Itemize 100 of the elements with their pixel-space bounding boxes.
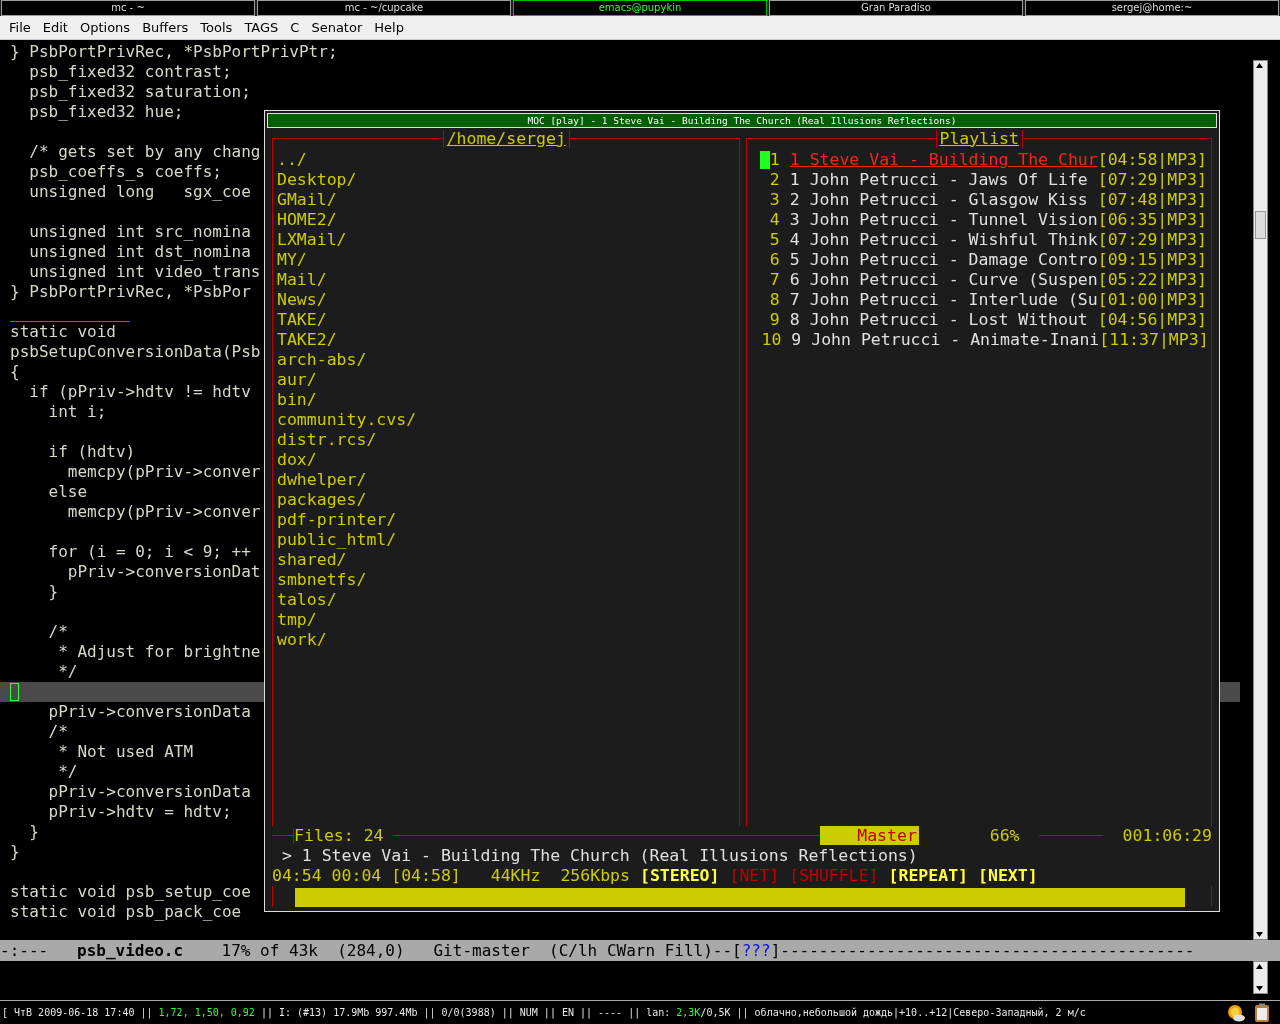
clipboard-icon[interactable] <box>1254 1002 1270 1023</box>
weather-icon <box>1226 1002 1246 1023</box>
taskbar-button[interactable]: sergej@home:~ <box>1025 0 1279 16</box>
folder-name[interactable]: pdf-printer/ <box>277 509 397 529</box>
code-line: if (pPriv->hdtv != hdtv <box>28 381 251 402</box>
panel-title: /home/sergej <box>442 129 570 148</box>
folder-name[interactable]: bin/ <box>277 389 317 409</box>
flag-label: [NET] <box>729 865 780 886</box>
scroll-down-icon[interactable] <box>1254 984 1265 994</box>
track-title[interactable]: 4 John Petrucci - Wishful Think <box>789 229 1098 250</box>
menu-item[interactable]: Tools <box>194 19 239 35</box>
taskbar-button[interactable]: emacs@pupykin <box>513 0 767 16</box>
track-time: [05:22|MP3] <box>1097 269 1207 290</box>
code-line: psbSetupConversionData(Psb <box>10 341 261 362</box>
folder-name[interactable]: Desktop/ <box>277 169 357 189</box>
sample-rate: 44KHz <box>490 865 541 886</box>
folder-name[interactable]: MY/ <box>277 249 307 269</box>
flag-label: [SHUFFLE] <box>789 865 879 886</box>
track-title[interactable]: 5 John Petrucci - Damage Contro <box>789 249 1098 270</box>
track-title[interactable]: 2 John Petrucci - Glasgow Kiss <box>789 189 1098 210</box>
cursor-block <box>759 150 770 169</box>
code-line: unsigned int src_nomina <box>28 221 251 242</box>
code-line: pPriv->hdtv = hdtv; <box>47 801 232 822</box>
buffer-state: -:--- <box>0 940 50 962</box>
volume-reading: 66% <box>988 825 1021 846</box>
menu-item[interactable]: Senator <box>305 19 369 35</box>
folder-name[interactable]: tmp/ <box>277 609 317 629</box>
menu-item[interactable]: Edit <box>36 19 74 35</box>
track-title[interactable]: 1 John Petrucci - Jaws Of Life <box>789 169 1098 190</box>
folder-name[interactable]: distr.rcs/ <box>277 429 377 449</box>
code-line: int i; <box>47 401 107 422</box>
mode-line-tail: ]------------------------------------------- <box>770 940 1195 962</box>
now-playing: > 1 Steve Vai - Building The Church (Real Illusions Reflections) <box>280 845 918 866</box>
scroll-up-icon[interactable] <box>1254 60 1265 70</box>
menu-item[interactable]: Buffers <box>136 19 195 35</box>
folder-name[interactable]: community.cvs/ <box>277 409 417 429</box>
folder-name[interactable]: arch-abs/ <box>277 349 367 369</box>
menu-item[interactable]: Help <box>368 19 410 35</box>
scrollbar[interactable] <box>1253 961 1268 995</box>
folder-name[interactable]: GMail/ <box>277 189 337 209</box>
scrollbar[interactable] <box>1253 59 1268 941</box>
track-title[interactable]: 8 John Petrucci - Lost Without <box>789 309 1098 330</box>
folder-name[interactable]: News/ <box>277 289 327 309</box>
track-time: [11:37|MP3] <box>1099 329 1209 350</box>
folder-name[interactable]: public_html/ <box>277 529 397 549</box>
track-time: [07:29|MP3] <box>1097 169 1207 190</box>
status-text: [ ЧтВ 2009-06-18 17:40 || 1,72, 1,50, 0,92 || I: (#13) 17.9Mb 997.4Mb || 0/0(3988) || NUM || EN || ---- || lan: 2,3K/0,5K || облачно,небольшой дождь|+10..+12|Северо-Западный, 2 м/с <box>2 1007 1087 1018</box>
folder-name[interactable]: LXMail/ <box>277 229 347 249</box>
flag-label: [NEXT] <box>978 865 1038 886</box>
folder-name[interactable]: smbnetfs/ <box>277 569 367 589</box>
code-line: psb_coeffs_s coeffs; <box>28 161 222 182</box>
menu-item[interactable]: File <box>3 19 37 35</box>
folder-name[interactable]: packages/ <box>277 489 367 509</box>
scroll-thumb[interactable] <box>1255 210 1266 239</box>
track-title[interactable]: 1 Steve Vai - Building The Chur <box>789 149 1098 170</box>
taskbar-button[interactable]: mc - ~/cupcake <box>257 0 511 16</box>
track-number: 4 <box>769 209 780 230</box>
code-line: unsigned int video_trans <box>28 261 261 282</box>
taskbar-button[interactable]: mc - ~ <box>1 0 255 16</box>
code-line: pPriv->conversionDat <box>66 561 261 582</box>
folder-name[interactable]: shared/ <box>277 549 347 569</box>
taskbar-button[interactable]: Gran Paradiso <box>769 0 1023 16</box>
code-line: unsigned long sgx_coe <box>28 181 251 202</box>
code-line: /* gets set by any chang <box>28 141 261 162</box>
code-line: { <box>10 361 20 382</box>
menu-item[interactable]: TAGS <box>238 19 285 35</box>
total-time: 001:06:29 <box>1121 825 1212 846</box>
track-title[interactable]: 6 John Petrucci - Curve (Suspen <box>789 269 1098 290</box>
folder-name[interactable]: Mail/ <box>277 269 327 289</box>
track-title[interactable]: 3 John Petrucci - Tunnel Vision <box>789 209 1098 230</box>
folder-name[interactable]: work/ <box>277 629 327 649</box>
folder-name[interactable]: TAKE2/ <box>277 329 337 349</box>
folder-name[interactable]: dox/ <box>277 449 317 469</box>
code-line: psb_fixed32 saturation; <box>28 81 251 102</box>
folder-name[interactable]: talos/ <box>277 589 337 609</box>
track-number: 3 <box>769 189 780 210</box>
code-line: static void <box>10 321 116 342</box>
menu-item[interactable]: Options <box>73 19 137 35</box>
track-number: 6 <box>769 249 780 270</box>
track-time: [01:00|MP3] <box>1097 289 1207 310</box>
folder-name[interactable]: TAKE/ <box>277 309 327 329</box>
track-title[interactable]: 7 John Petrucci - Interlude (Su <box>789 289 1098 310</box>
folder-name[interactable]: dwhelper/ <box>277 469 367 489</box>
code-line: * Adjust for brightne <box>57 641 261 662</box>
major-modes: (C/lh CWarn Fill)--[ <box>549 940 742 962</box>
folder-name[interactable]: HOME2/ <box>277 209 337 229</box>
code-line: memcpy(pPriv->conver <box>66 501 261 522</box>
menu-item[interactable]: C <box>284 19 306 35</box>
bitrate: 256Kbps <box>560 865 630 886</box>
track-number: 5 <box>769 229 780 250</box>
folder-name[interactable]: aur/ <box>277 369 317 389</box>
track-time: [07:48|MP3] <box>1097 189 1207 210</box>
track-number: 2 <box>769 169 780 190</box>
code-line: memcpy(pPriv->conver <box>66 461 261 482</box>
cursor-position: (284,0) <box>337 940 406 962</box>
code-line: if (hdtv) <box>47 441 136 462</box>
code-line: } PsbPortPrivRec, *PsbPortPrivPtr; <box>10 41 338 62</box>
code-line: pPriv->conversionData <box>47 701 251 722</box>
track-title[interactable]: 9 John Petrucci - Animate-Inani <box>791 329 1100 350</box>
folder-name[interactable]: ../ <box>277 149 307 169</box>
